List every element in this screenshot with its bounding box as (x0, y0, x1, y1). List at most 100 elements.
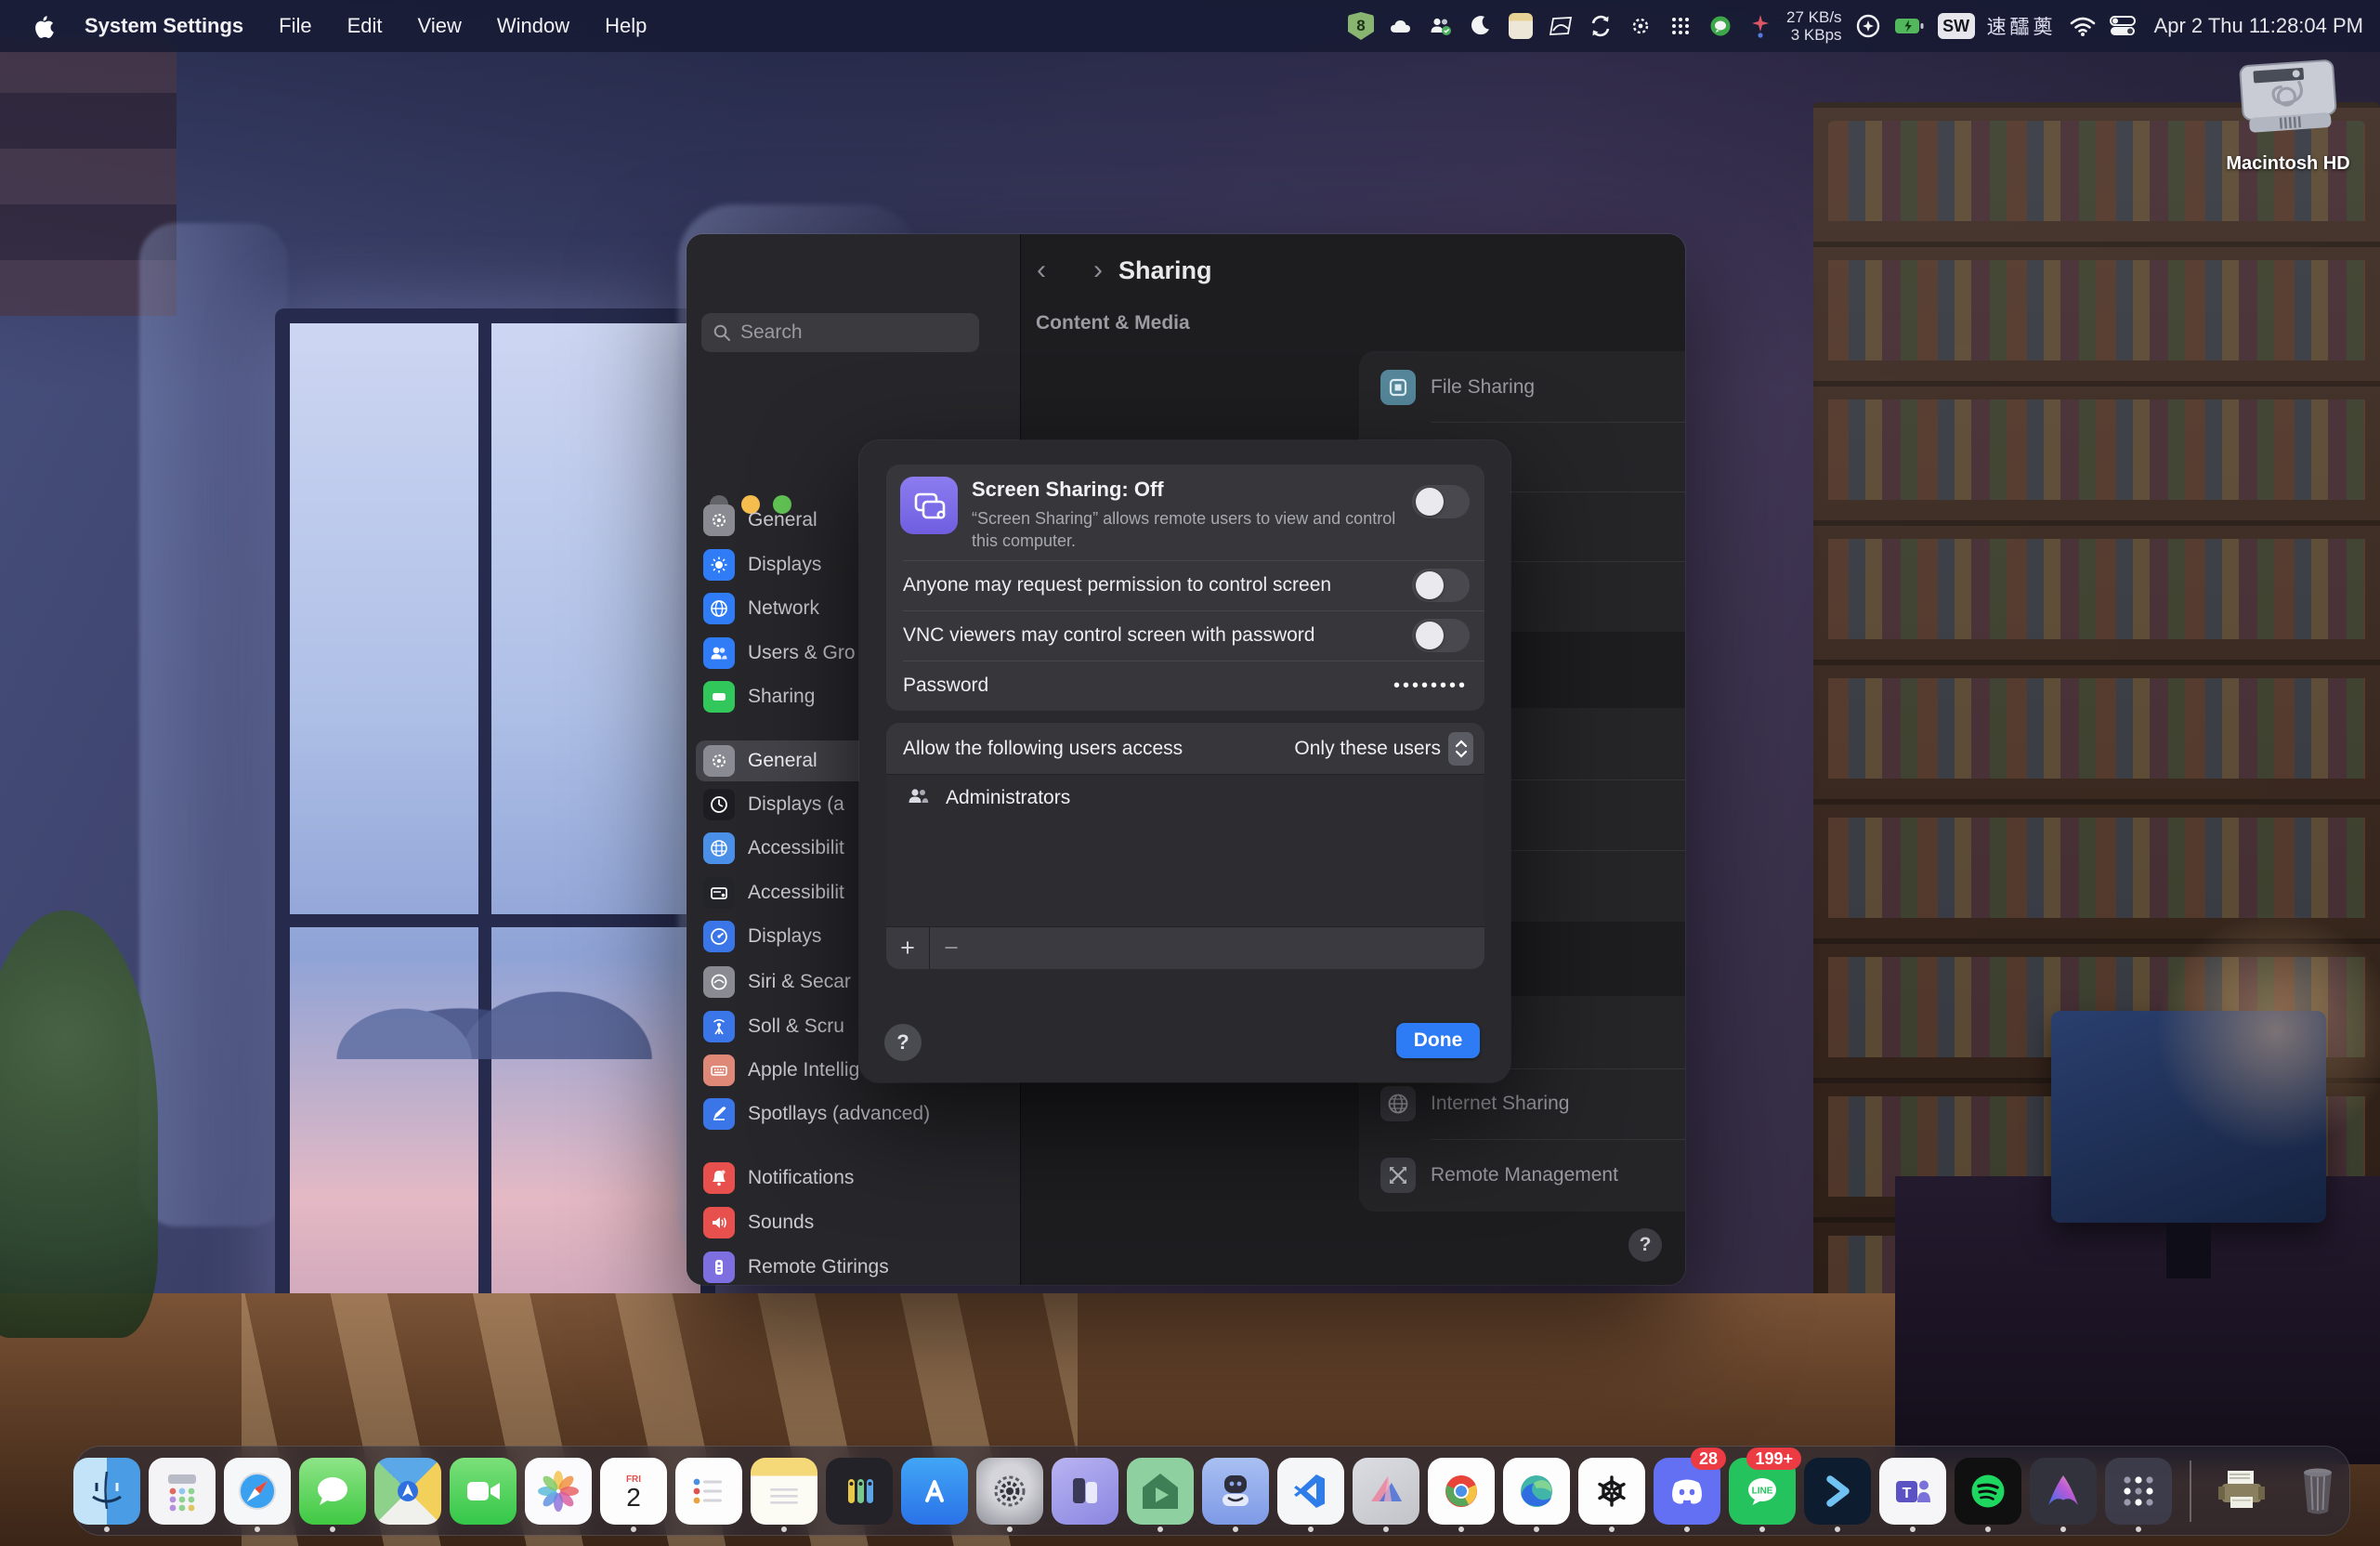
dock-item-spotify[interactable] (1955, 1449, 2021, 1533)
dock-item-reminders[interactable] (675, 1449, 742, 1533)
menu-clock[interactable]: Apr 2 Thu 11:28:04 PM (2154, 10, 2363, 42)
globe2-icon (703, 832, 735, 864)
user-row-administrators[interactable]: Administrators (886, 775, 1484, 821)
dock-item-photos[interactable] (525, 1449, 592, 1533)
shield-icon[interactable]: 8 (1347, 10, 1375, 42)
contacts-check-icon[interactable] (1427, 10, 1455, 42)
dock-item-safari[interactable] (224, 1449, 291, 1533)
switcher-badge[interactable]: SW (1938, 10, 1975, 42)
running-indicator (1835, 1526, 1840, 1532)
search-placeholder: Search (740, 321, 803, 344)
dock-item-discord[interactable]: 28 (1654, 1449, 1720, 1533)
vnc-label: VNC viewers may control screen with pass… (903, 624, 1314, 647)
network-speed[interactable]: 27 KB/s3 KBps (1786, 10, 1842, 42)
dock-item-facetime[interactable] (450, 1449, 517, 1533)
anyone-request-toggle[interactable] (1412, 569, 1470, 602)
dock-item-trash[interactable] (2284, 1449, 2351, 1533)
apple-menu-icon[interactable] (24, 13, 67, 39)
menu-item-help[interactable]: Help (587, 14, 664, 38)
dock-item-vscode[interactable] (1277, 1449, 1344, 1533)
dock-item-chatgpt[interactable] (1578, 1449, 1645, 1533)
menu-item-system-settings[interactable]: System Settings (67, 14, 261, 38)
gear-icon (703, 504, 735, 536)
notification-badge: 199+ (1746, 1448, 1801, 1470)
dock-item-system-settings[interactable] (976, 1449, 1043, 1533)
dock-item-messages[interactable] (299, 1449, 366, 1533)
pane-help-button[interactable]: ? (1628, 1228, 1662, 1262)
dock-item-finder[interactable] (73, 1449, 140, 1533)
sidebar-item-sounds[interactable]: Sounds (696, 1202, 1011, 1243)
search-input[interactable]: Search (701, 313, 979, 352)
gear-status-icon[interactable] (1627, 10, 1654, 42)
line-status-icon[interactable] (1707, 10, 1734, 42)
dock-item-maps[interactable] (374, 1449, 441, 1533)
sidebar-item-notifications[interactable]: Notifications (696, 1158, 1011, 1199)
wifi-icon[interactable] (2069, 10, 2097, 42)
battery-icon[interactable] (1894, 10, 1926, 42)
sync-icon[interactable] (1587, 10, 1615, 42)
menu-item-file[interactable]: File (261, 14, 329, 38)
macintosh-hd-icon[interactable]: Macintosh HD (2226, 54, 2350, 175)
sidebar-item-label: General (748, 750, 817, 772)
running-indicator (1157, 1526, 1163, 1532)
dock-item-iphone-mirroring[interactable] (1052, 1449, 1118, 1533)
cloud-icon[interactable] (1387, 10, 1415, 42)
dock-item-line[interactable]: LINE199+ (1729, 1449, 1796, 1533)
allow-access-label: Allow the following users access (903, 738, 1183, 760)
gear-icon (703, 745, 735, 777)
dock-item-passwords[interactable] (826, 1449, 893, 1533)
dock-item-robot-chat[interactable] (1202, 1449, 1269, 1533)
input-source[interactable]: 速醽薁 (1987, 10, 2057, 42)
dock-item-calculator[interactable] (149, 1449, 216, 1533)
sidebar-item-label: Displays (a (748, 793, 844, 816)
sketch-icon[interactable] (1547, 10, 1575, 42)
menu-item-window[interactable]: Window (479, 14, 587, 38)
notification-badge: 28 (1691, 1448, 1726, 1470)
messages-icon (299, 1458, 366, 1525)
add-user-button[interactable]: + (886, 927, 929, 969)
vnc-toggle[interactable] (1412, 619, 1470, 652)
notes-status-icon[interactable] (1507, 10, 1535, 42)
back-button[interactable]: ‹ (1026, 255, 1057, 286)
password-field[interactable]: •••••••• (1393, 675, 1468, 697)
running-indicator (104, 1526, 110, 1532)
moon-icon[interactable] (1467, 10, 1495, 42)
menu-item-edit[interactable]: Edit (330, 14, 400, 38)
running-indicator (1534, 1526, 1539, 1532)
done-button[interactable]: Done (1396, 1023, 1480, 1058)
forward-button[interactable]: › (1082, 255, 1114, 286)
stepper-icon[interactable] (1448, 732, 1473, 766)
cleaner-icon[interactable] (1854, 10, 1882, 42)
card-icon (703, 877, 735, 909)
allow-access-select[interactable]: Only these users (1294, 732, 1473, 766)
gauge-icon (703, 921, 735, 952)
dock-item-edge[interactable] (1503, 1449, 1570, 1533)
password-label: Password (903, 675, 988, 697)
svg-text:T: T (1903, 1486, 1912, 1501)
dock-item-notes[interactable] (751, 1449, 817, 1533)
dock-item-printer[interactable] (2209, 1449, 2276, 1533)
dock-item-chrome[interactable] (1428, 1449, 1495, 1533)
service-row-remote-management: Remote Management (1360, 1139, 1685, 1211)
sidebar-item-spotllays-advanced-[interactable]: Spotllays (advanced) (696, 1094, 1011, 1134)
dock-item-calendar[interactable]: FRI2 (600, 1449, 667, 1533)
dock-item-launchpad[interactable] (2105, 1449, 2172, 1533)
sidebar-item-remote-gtirings[interactable]: Remote Gtirings (696, 1247, 1011, 1285)
service-label: Internet Sharing (1431, 1093, 1569, 1115)
dock-item-arrow-app[interactable] (1804, 1449, 1871, 1533)
menu-item-view[interactable]: View (400, 14, 479, 38)
dock-item-a-mountain[interactable] (2030, 1449, 2097, 1533)
control-center-icon[interactable] (2109, 10, 2137, 42)
spark-icon[interactable] (1746, 10, 1774, 42)
dock-item-app-store[interactable] (901, 1449, 968, 1533)
service-label: Remote Management (1431, 1164, 1618, 1186)
dock-item-home-play[interactable] (1127, 1449, 1194, 1533)
dock-item-teams[interactable]: T (1879, 1449, 1946, 1533)
dots-grid-icon[interactable] (1667, 10, 1694, 42)
screen-sharing-toggle[interactable] (1412, 485, 1470, 518)
clock-icon (703, 789, 735, 820)
dock-item-origami[interactable] (1353, 1449, 1419, 1533)
remove-user-button[interactable]: − (929, 927, 973, 969)
dialog-help-button[interactable]: ? (884, 1024, 922, 1061)
app-store-icon (901, 1458, 968, 1525)
